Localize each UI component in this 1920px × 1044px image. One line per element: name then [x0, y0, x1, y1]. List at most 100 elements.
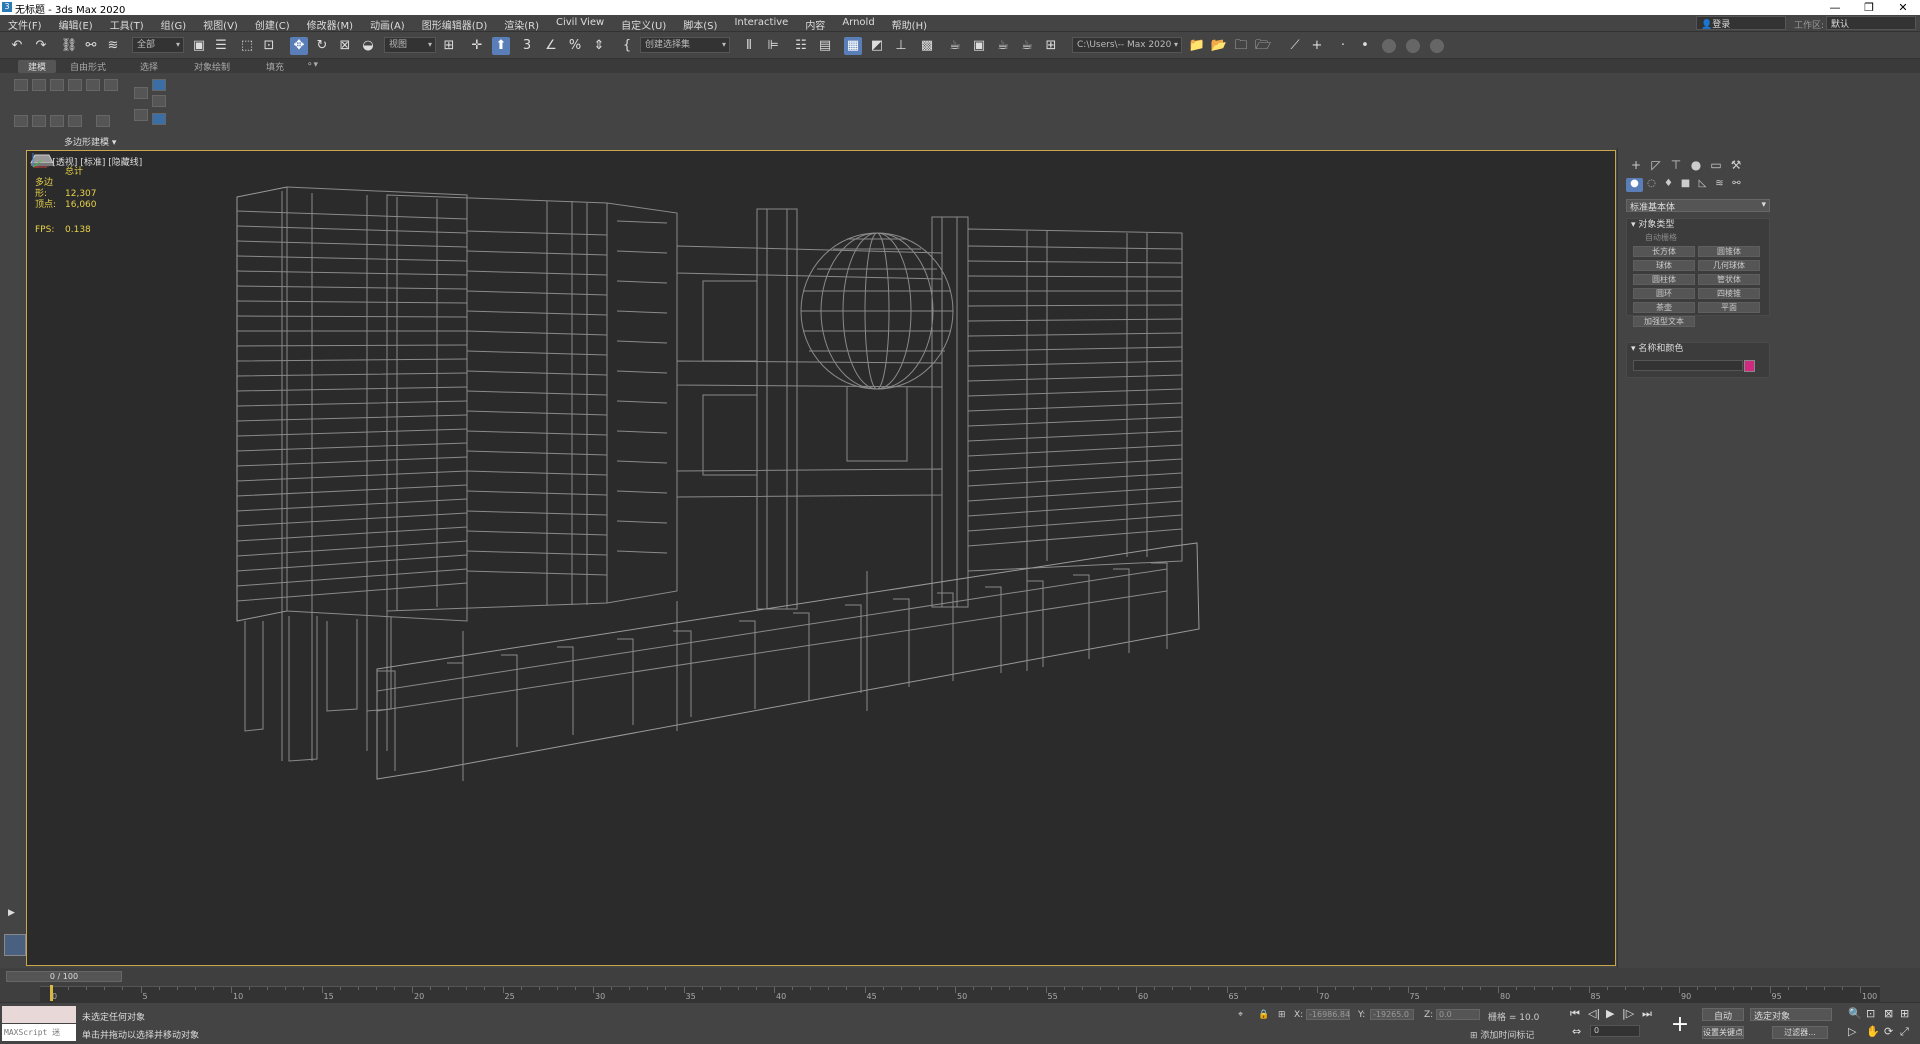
zoom-extents-all-icon[interactable]: ⊞: [1900, 1007, 1909, 1020]
named-selection-sets-dropdown[interactable]: 创建选择集: [640, 37, 730, 53]
select-and-rotate-icon[interactable]: ↻: [313, 37, 331, 55]
sphere-tool-icon-1[interactable]: [1382, 39, 1396, 53]
modify-tab-icon[interactable]: ◸: [1646, 158, 1666, 174]
add-time-tag[interactable]: ⊞ 添加时间标记: [1470, 1028, 1534, 1041]
auto-key-button[interactable]: 自动: [1702, 1008, 1744, 1022]
field-of-view-icon[interactable]: ▷: [1848, 1025, 1856, 1038]
ribbon-tool-icon-15[interactable]: [152, 113, 166, 125]
save-project-icon[interactable]: 🗀: [1232, 37, 1250, 55]
box-button[interactable]: 长方体: [1633, 246, 1695, 257]
cylinder-button[interactable]: 圆柱体: [1633, 274, 1695, 285]
autogrid-checkbox[interactable]: 自动栅格: [1627, 232, 1769, 243]
name-color-header[interactable]: ▾ 名称和颜色: [1627, 343, 1769, 356]
ribbon-tool-icon-14[interactable]: [134, 109, 148, 121]
zoom-extents-icon[interactable]: ⊠: [1884, 1007, 1893, 1020]
ribbon-group-label[interactable]: 多边形建模 ▾: [64, 135, 116, 148]
menu-customize[interactable]: 自定义(U): [621, 17, 666, 32]
key-filter-dropdown[interactable]: 选定对象: [1750, 1008, 1832, 1022]
select-manipulate-icon[interactable]: ✛: [468, 37, 486, 55]
window-crossing-icon[interactable]: ⊡: [260, 37, 278, 55]
project-path-dropdown[interactable]: C:\Users\-- Max 2020: [1072, 37, 1182, 53]
time-config-icon[interactable]: ⇔: [1572, 1025, 1581, 1038]
ribbon-edit-poly-icon[interactable]: [152, 79, 166, 91]
zoom-all-icon[interactable]: ⊡: [1866, 1007, 1875, 1020]
login-dropdown[interactable]: 👤登录: [1696, 16, 1786, 30]
render-production-icon[interactable]: ☕: [994, 37, 1012, 55]
unlink-icon[interactable]: ⚯: [82, 37, 100, 55]
select-and-scale-icon[interactable]: ⊠: [336, 37, 354, 55]
menu-help[interactable]: 帮助(H): [892, 17, 927, 32]
menu-file[interactable]: 文件(F): [8, 17, 42, 32]
sphere-button[interactable]: 球体: [1633, 260, 1695, 271]
hierarchy-tab-icon[interactable]: ⊤: [1666, 158, 1686, 174]
menu-tools[interactable]: 工具(T): [110, 17, 144, 32]
viewport-layout-icon[interactable]: [4, 934, 26, 956]
ribbon-tool-icon-8[interactable]: [134, 87, 148, 99]
play-small-icon[interactable]: ▶: [8, 908, 15, 918]
selection-filter-dropdown[interactable]: 全部: [132, 37, 184, 53]
zoom-icon[interactable]: 🔍: [1848, 1007, 1862, 1020]
workspace-dropdown[interactable]: 默认: [1826, 16, 1916, 30]
ribbon-tool-icon-1[interactable]: [14, 79, 28, 91]
render-setup-icon[interactable]: ☕: [946, 37, 964, 55]
restore-button[interactable]: ❐: [1852, 0, 1886, 15]
create-tab-icon[interactable]: +: [1626, 158, 1646, 174]
close-button[interactable]: ✕: [1886, 0, 1920, 15]
absolute-mode-icon[interactable]: ⊞: [1278, 1010, 1286, 1020]
cameras-icon[interactable]: ■: [1677, 178, 1694, 192]
play-icon[interactable]: ▶: [1606, 1007, 1614, 1020]
keyboard-shortcut-override-icon[interactable]: ⬆: [492, 37, 510, 55]
ribbon-tool-icon-4[interactable]: [68, 79, 82, 91]
menu-modifiers[interactable]: 修改器(M): [307, 17, 353, 32]
helpers-icon[interactable]: ◺: [1694, 178, 1711, 192]
curve-editor-icon[interactable]: ◩: [868, 37, 886, 55]
next-frame-icon[interactable]: |▷: [1622, 1007, 1634, 1020]
timeline-track[interactable]: 0 5 10 15 20 25 30 35 40 45 50 55 60 65 70 75 80 85 90 95 10…: [40, 986, 1880, 1002]
menu-views[interactable]: 视图(V): [203, 17, 238, 32]
motion-tab-icon[interactable]: ●: [1686, 158, 1706, 174]
lights-icon[interactable]: ♦: [1660, 178, 1677, 192]
z-coordinate-field[interactable]: 0.0: [1436, 1009, 1480, 1020]
menu-interactive[interactable]: Interactive: [734, 17, 788, 32]
ribbon-tool-icon-10[interactable]: [32, 115, 46, 127]
space-warps-icon[interactable]: ≋: [1711, 178, 1728, 192]
spinner-snap-icon[interactable]: ⇕: [590, 37, 608, 55]
link-icon[interactable]: ⛓: [60, 37, 78, 55]
object-type-header[interactable]: ▾ 对象类型: [1627, 219, 1769, 232]
ribbon-tool-icon-5[interactable]: [86, 79, 100, 91]
constraint-tool-icon[interactable]: ⟋: [1286, 37, 1304, 55]
minimize-button[interactable]: —: [1818, 0, 1852, 15]
small-dot-icon[interactable]: ·: [1334, 37, 1352, 55]
material-editor-icon[interactable]: ▩: [918, 37, 936, 55]
maxscript-input[interactable]: MAXScript 迷: [2, 1024, 76, 1041]
lock-selection-icon[interactable]: 🔒: [1258, 1010, 1269, 1020]
orbit-icon[interactable]: ⟳: [1884, 1025, 1893, 1038]
time-slider[interactable]: 0 / 100: [6, 971, 122, 982]
dot-icon[interactable]: •: [1356, 37, 1374, 55]
project-folder-icon[interactable]: 📁: [1188, 37, 1206, 55]
redo-icon[interactable]: ↷: [32, 37, 50, 55]
menu-rendering[interactable]: 渲染(R): [504, 17, 539, 32]
object-name-field[interactable]: [1633, 360, 1743, 371]
display-tab-icon[interactable]: ▭: [1706, 158, 1726, 174]
geometry-icon[interactable]: ●: [1626, 178, 1643, 192]
schematic-view-icon[interactable]: ⊥: [892, 37, 910, 55]
tab-populate[interactable]: 填充: [266, 60, 284, 73]
maxscript-listener[interactable]: MAXScript 迷: [2, 1006, 76, 1041]
tube-button[interactable]: 管状体: [1698, 274, 1760, 285]
menu-create[interactable]: 创建(C): [255, 17, 290, 32]
pan-view-icon[interactable]: ✋: [1866, 1025, 1880, 1038]
geosphere-button[interactable]: 几何球体: [1698, 260, 1760, 271]
rendered-frame-window-icon[interactable]: ▣: [970, 37, 988, 55]
tab-freeform[interactable]: 自由形式: [70, 60, 106, 73]
key-filters-button[interactable]: 过滤器...: [1772, 1026, 1828, 1039]
pivot-center-icon[interactable]: ⊞: [440, 37, 458, 55]
scene-explorer-icon[interactable]: ▤: [816, 37, 834, 55]
layer-explorer-icon[interactable]: ☷: [792, 37, 810, 55]
align-icon[interactable]: ⊫: [764, 37, 782, 55]
menu-content[interactable]: 内容: [805, 17, 825, 32]
isolate-icon[interactable]: ⌖: [1238, 1010, 1243, 1020]
time-cursor[interactable]: [50, 985, 53, 1001]
set-project-icon[interactable]: 🗁: [1254, 37, 1272, 55]
maxscript-output[interactable]: [2, 1006, 76, 1023]
